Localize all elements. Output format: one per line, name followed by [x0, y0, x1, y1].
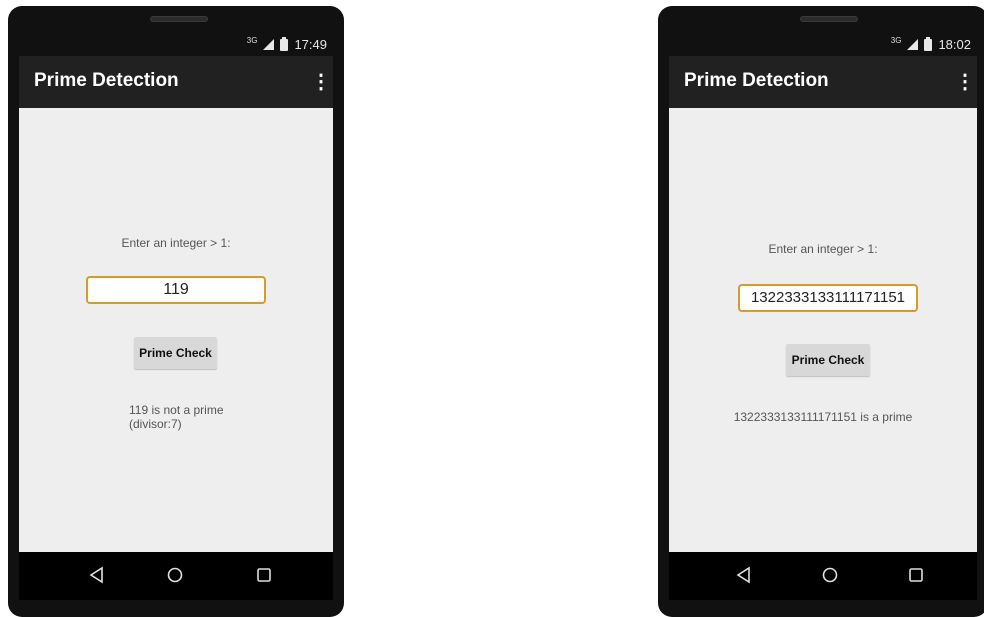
status-time: 17:49 [294, 37, 327, 52]
network-type: 3G [246, 36, 258, 45]
recents-square-icon[interactable] [255, 566, 273, 584]
integer-input[interactable]: 119 [86, 276, 266, 304]
cell-signal-icon [907, 39, 919, 50]
status-time: 18:02 [938, 37, 971, 52]
app-content: Enter an integer > 1: 119 Prime Check 11… [19, 108, 333, 552]
left-phone: 3G 17:49 Prime Detection ⋮ Enter an inte… [8, 6, 344, 617]
recents-square-icon[interactable] [907, 566, 925, 584]
speaker-grille [800, 16, 858, 22]
more-vert-icon[interactable]: ⋮ [955, 70, 975, 94]
battery-icon [924, 36, 933, 51]
prime-check-button[interactable]: Prime Check [786, 344, 870, 376]
app-title: Prime Detection [34, 70, 179, 91]
back-triangle-icon[interactable] [88, 566, 106, 584]
app-title: Prime Detection [684, 70, 829, 91]
result-line-1: 119 is not a prime [129, 403, 224, 417]
app-content: Enter an integer > 1: 132233313311117115… [669, 108, 977, 552]
result-text: 119 is not a prime (divisor:7) [129, 403, 224, 431]
home-circle-icon[interactable] [821, 566, 839, 584]
result-text: 1322333133111171151 is a prime [669, 410, 977, 424]
integer-input[interactable]: 1322333133111171151 [738, 284, 918, 312]
right-phone: 3G 18:02 Prime Detection ⋮ Enter an inte… [658, 6, 984, 617]
back-triangle-icon[interactable] [735, 566, 753, 584]
home-circle-icon[interactable] [166, 566, 184, 584]
status-bar: 3G 18:02 [669, 34, 977, 56]
status-bar: 3G 17:49 [19, 34, 333, 56]
cell-signal-icon [263, 39, 275, 50]
prime-check-button[interactable]: Prime Check [134, 337, 217, 369]
speaker-grille [150, 16, 208, 22]
more-vert-icon[interactable]: ⋮ [311, 70, 331, 94]
battery-icon [280, 36, 289, 51]
integer-prompt-label: Enter an integer > 1: [768, 242, 878, 256]
nav-bar [19, 552, 333, 600]
action-bar: Prime Detection ⋮ [669, 56, 977, 108]
network-type: 3G [890, 36, 902, 45]
action-bar: Prime Detection ⋮ [19, 56, 333, 108]
result-line-2: (divisor:7) [129, 417, 182, 431]
result-line-1: 1322333133111171151 is a prime [733, 410, 913, 424]
nav-bar [669, 552, 977, 600]
integer-prompt-label: Enter an integer > 1: [121, 236, 231, 250]
